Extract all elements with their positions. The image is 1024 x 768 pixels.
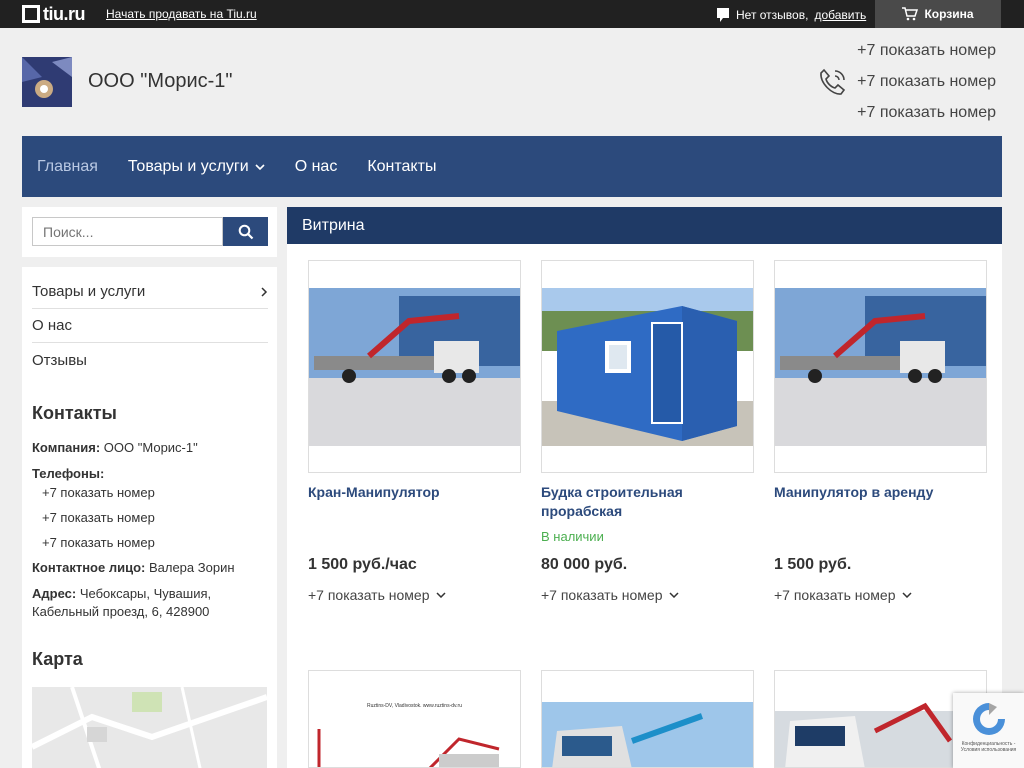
sidebar-item-about[interactable]: О нас xyxy=(32,309,268,343)
nav-item-about-label: О нас xyxy=(294,157,338,175)
logo-text: tiu.ru xyxy=(43,3,86,24)
nav-item-about[interactable]: О нас xyxy=(295,158,338,176)
product-image-3[interactable] xyxy=(774,260,987,473)
product-price-2: 80 000 руб. xyxy=(541,556,628,573)
sidebar-item-label: Товары и услуги xyxy=(32,283,146,300)
product-phone-2[interactable]: +7 показать номер xyxy=(541,587,679,603)
showcase-header: Витрина xyxy=(287,207,1002,244)
recaptcha-badge[interactable]: Конфиденциальность - Условия использован… xyxy=(953,693,1024,768)
contact-person: Контактное лицо: Валера Зорин xyxy=(32,559,268,577)
sidebar-item-label: О нас xyxy=(32,317,72,334)
contact-person-value: Валера Зорин xyxy=(148,560,235,575)
availability-badge: В наличии xyxy=(541,529,604,544)
sidebar-panel: Товары и услуги О нас Отзывы Контакты Ко… xyxy=(22,267,277,768)
nav-item-products[interactable]: Товары и услуги xyxy=(128,158,265,176)
product-name-1[interactable]: Кран-Манипулятор xyxy=(308,483,521,502)
phone-icon xyxy=(820,68,846,95)
company-value: ООО "Морис-1" xyxy=(103,440,198,455)
chevron-down-icon xyxy=(668,592,679,598)
search-panel xyxy=(22,207,277,257)
sidebar-item-label: Отзывы xyxy=(32,351,87,369)
search-input[interactable] xyxy=(32,217,223,246)
product-name-3[interactable]: Манипулятор в аренду xyxy=(774,483,987,502)
product-phone-1[interactable]: +7 показать номер xyxy=(308,587,446,603)
company-label: Компания: xyxy=(32,440,101,455)
map-image xyxy=(32,687,267,768)
product-image-5[interactable] xyxy=(541,670,754,768)
company-logo[interactable] xyxy=(22,57,72,107)
sidebar-phone-1[interactable]: +7 показать номер xyxy=(42,485,155,500)
recaptcha-icon xyxy=(972,703,1005,735)
nav-item-contacts[interactable]: Контакты xyxy=(367,158,436,176)
map[interactable] xyxy=(32,687,267,768)
sidebar-item-products[interactable]: Товары и услуги xyxy=(32,275,268,309)
sidebar-item-reviews[interactable]: Отзывы xyxy=(32,343,268,377)
header-phone-3[interactable]: +7 показать номер xyxy=(857,104,996,122)
contact-person-label: Контактное лицо: xyxy=(32,560,146,575)
product-image-4[interactable]: Ruztins-DV, Vladivostok. www.ruztins-dv.… xyxy=(308,670,521,768)
reviews-info: Нет отзывов, добавить xyxy=(716,7,866,23)
chevron-down-icon xyxy=(255,163,265,170)
cart-icon xyxy=(902,7,919,21)
start-selling-link[interactable]: Начать продавать на Tiu.ru xyxy=(106,7,257,21)
add-review-link[interactable]: добавить xyxy=(814,8,866,22)
chevron-right-icon xyxy=(261,286,268,297)
search-button[interactable] xyxy=(223,217,268,246)
product-name-2[interactable]: Будка строительная прорабская xyxy=(541,483,754,521)
product-phone-text: +7 показать номер xyxy=(308,587,430,603)
top-bar: tiu.ru Начать продавать на Tiu.ru Нет от… xyxy=(0,0,1024,28)
logo-square-icon xyxy=(22,5,40,23)
product-phone-3[interactable]: +7 показать номер xyxy=(774,587,912,603)
product-image-1[interactable] xyxy=(308,260,521,473)
crane-image xyxy=(317,729,500,767)
chevron-down-icon xyxy=(435,592,446,598)
phones-label: Телефоны: xyxy=(32,465,268,483)
showcase-panel: Кран-Манипулятор 1 500 руб./час +7 показ… xyxy=(287,244,1002,768)
truck-image xyxy=(542,702,753,767)
contact-address: Адрес: Чебоксары, Чувашия, Кабельный про… xyxy=(32,585,268,621)
contact-company: Компания: ООО "Морис-1" xyxy=(32,439,268,457)
main-nav: Главная Товары и услуги О нас Контакты xyxy=(22,136,1002,197)
product-image-2[interactable] xyxy=(541,260,754,473)
tiu-logo[interactable]: tiu.ru xyxy=(22,3,86,25)
product-phone-text: +7 показать номер xyxy=(541,587,663,603)
truck-crane-image xyxy=(775,261,986,472)
reviews-text: Нет отзывов, xyxy=(736,8,809,22)
nav-item-contacts-label: Контакты xyxy=(367,157,437,175)
nav-item-products-label: Товары и услуги xyxy=(127,157,249,175)
search-icon xyxy=(238,224,253,239)
sidebar-phone-2[interactable]: +7 показать номер xyxy=(42,510,155,525)
cart-button[interactable]: Корзина xyxy=(875,0,1001,28)
cart-label: Корзина xyxy=(924,7,974,21)
recaptcha-text: Конфиденциальность - Условия использован… xyxy=(960,741,1017,753)
sidebar-phone-3[interactable]: +7 показать номер xyxy=(42,535,155,550)
product-price-3: 1 500 руб. xyxy=(774,556,852,573)
product-price-1: 1 500 руб./час xyxy=(308,556,417,573)
comment-icon xyxy=(717,8,729,22)
header-phone-1[interactable]: +7 показать номер xyxy=(857,42,996,60)
phones-label-text: Телефоны: xyxy=(32,466,105,481)
header-phone-2[interactable]: +7 показать номер xyxy=(857,73,996,91)
address-label: Адрес: xyxy=(32,586,77,601)
truck-crane-image xyxy=(309,261,520,472)
blue-cabin-image xyxy=(542,261,753,472)
nav-item-home[interactable]: Главная xyxy=(37,158,98,176)
nav-item-home-label: Главная xyxy=(37,157,98,175)
map-heading: Карта xyxy=(32,649,83,669)
chevron-down-icon xyxy=(901,592,912,598)
company-name: ООО "Морис-1" xyxy=(88,70,233,92)
product-phone-text: +7 показать номер xyxy=(774,587,896,603)
contacts-heading: Контакты xyxy=(32,403,117,423)
welding-image xyxy=(22,57,72,107)
